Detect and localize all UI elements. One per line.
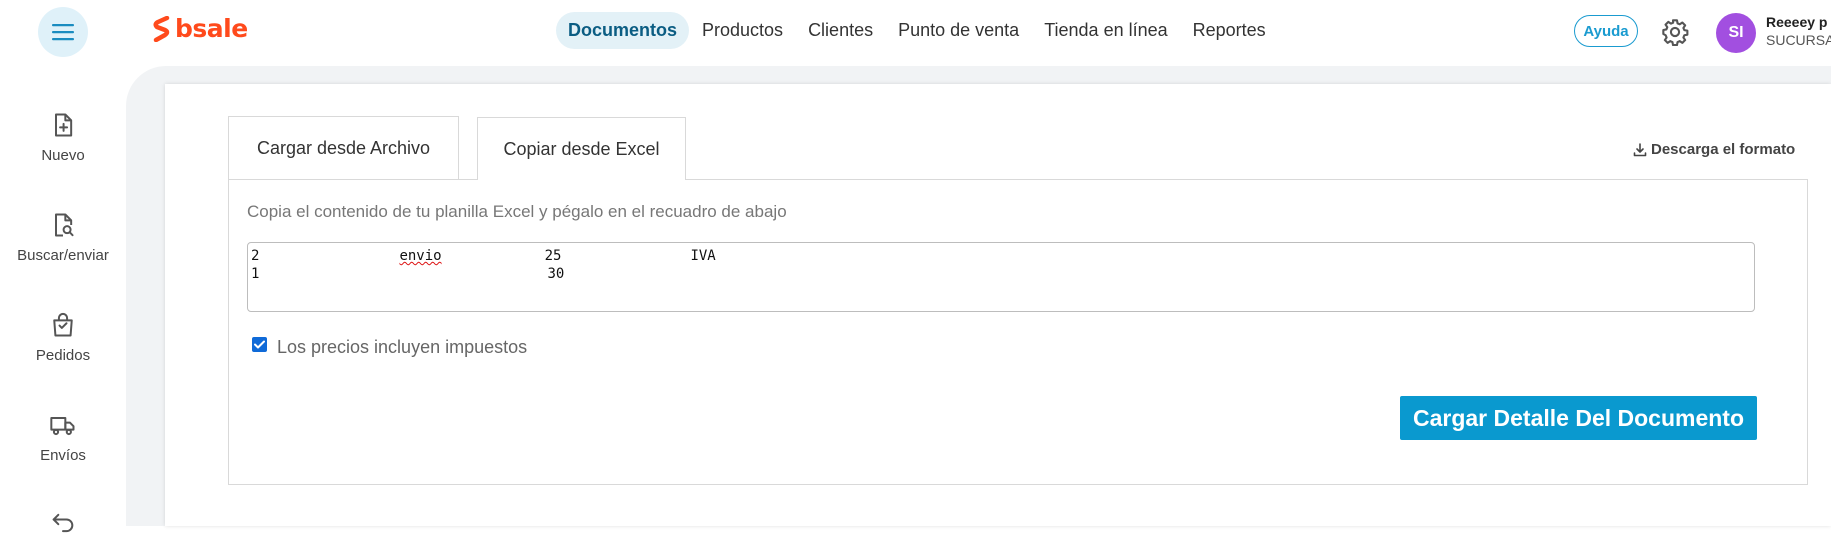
nav-reportes[interactable]: Reportes [1181, 12, 1278, 49]
sidebar-item-label: Envíos [40, 447, 86, 464]
tab-copiar-desde-excel[interactable]: Copiar desde Excel [477, 117, 686, 180]
sidebar-item-nuevo[interactable]: Nuevo [0, 111, 126, 164]
textarea-row: 1 30 [251, 265, 1751, 283]
hamburger-icon [52, 24, 74, 41]
sidebar-item-label: Buscar/enviar [17, 247, 109, 264]
nav-tienda-en-linea[interactable]: Tienda en línea [1032, 12, 1179, 49]
top-bar: bsale Documentos Productos Clientes Punt… [0, 0, 1831, 64]
cell: envio [399, 248, 442, 264]
file-search-icon [55, 213, 74, 237]
file-plus-icon [55, 113, 73, 137]
sidebar-item-pedidos[interactable]: Pedidos [0, 311, 126, 364]
cell: 2 [251, 248, 260, 264]
cell: 30 [547, 266, 565, 282]
main-nav: Documentos Productos Clientes Punto de v… [556, 12, 1279, 49]
prices-include-taxes-row: Los precios incluyen impuestos [252, 337, 527, 358]
nav-documentos[interactable]: Documentos [556, 12, 690, 49]
help-button[interactable]: Ayuda [1574, 15, 1638, 47]
load-document-detail-button[interactable]: Cargar Detalle Del Documento [1400, 396, 1757, 440]
sidebar-item-label: Nuevo [41, 147, 85, 164]
bsale-logo[interactable]: bsale [153, 14, 248, 43]
shopping-bag-icon [53, 312, 73, 337]
cell: 1 [251, 266, 260, 282]
download-format-link[interactable]: Descarga el formato [1633, 141, 1795, 158]
sidebar-item-buscar-enviar[interactable]: Buscar/enviar [0, 211, 126, 264]
prices-include-taxes-checkbox[interactable] [252, 337, 267, 352]
tab-cargar-desde-archivo[interactable]: Cargar desde Archivo [228, 116, 459, 179]
nav-clientes[interactable]: Clientes [796, 12, 885, 49]
download-label: Descarga el formato [1651, 141, 1796, 158]
user-name: Reeeey p [1766, 14, 1828, 30]
menu-button[interactable] [38, 7, 88, 57]
avatar[interactable]: SI [1716, 13, 1756, 53]
truck-icon [50, 417, 75, 436]
sidebar-item-devoluciones[interactable] [0, 509, 126, 537]
logo-mark-icon [153, 15, 170, 42]
instructions-text: Copia el contenido de tu planilla Excel … [247, 202, 787, 221]
return-icon [52, 513, 74, 533]
logo-text: bsale [175, 14, 248, 43]
nav-punto-de-venta[interactable]: Punto de venta [886, 12, 1031, 49]
textarea-row: 2 envio 25 IVA [251, 247, 1751, 265]
excel-paste-textarea[interactable]: 2 envio 25 IVA 1 30 [247, 242, 1755, 312]
prices-include-taxes-label: Los precios incluyen impuestos [277, 337, 528, 357]
download-icon [1633, 142, 1647, 156]
sidebar-item-envios[interactable]: Envíos [0, 411, 126, 464]
gear-icon[interactable] [1661, 18, 1689, 46]
sidebar-item-label: Pedidos [35, 347, 91, 364]
sidebar: Nuevo Buscar/enviar Pedidos Envíos [0, 64, 126, 533]
cell: IVA [690, 248, 716, 264]
cell: 25 [544, 248, 562, 264]
nav-productos[interactable]: Productos [690, 12, 795, 49]
user-branch: SUCURSA [1766, 32, 1831, 48]
checkmark-icon [254, 340, 265, 349]
